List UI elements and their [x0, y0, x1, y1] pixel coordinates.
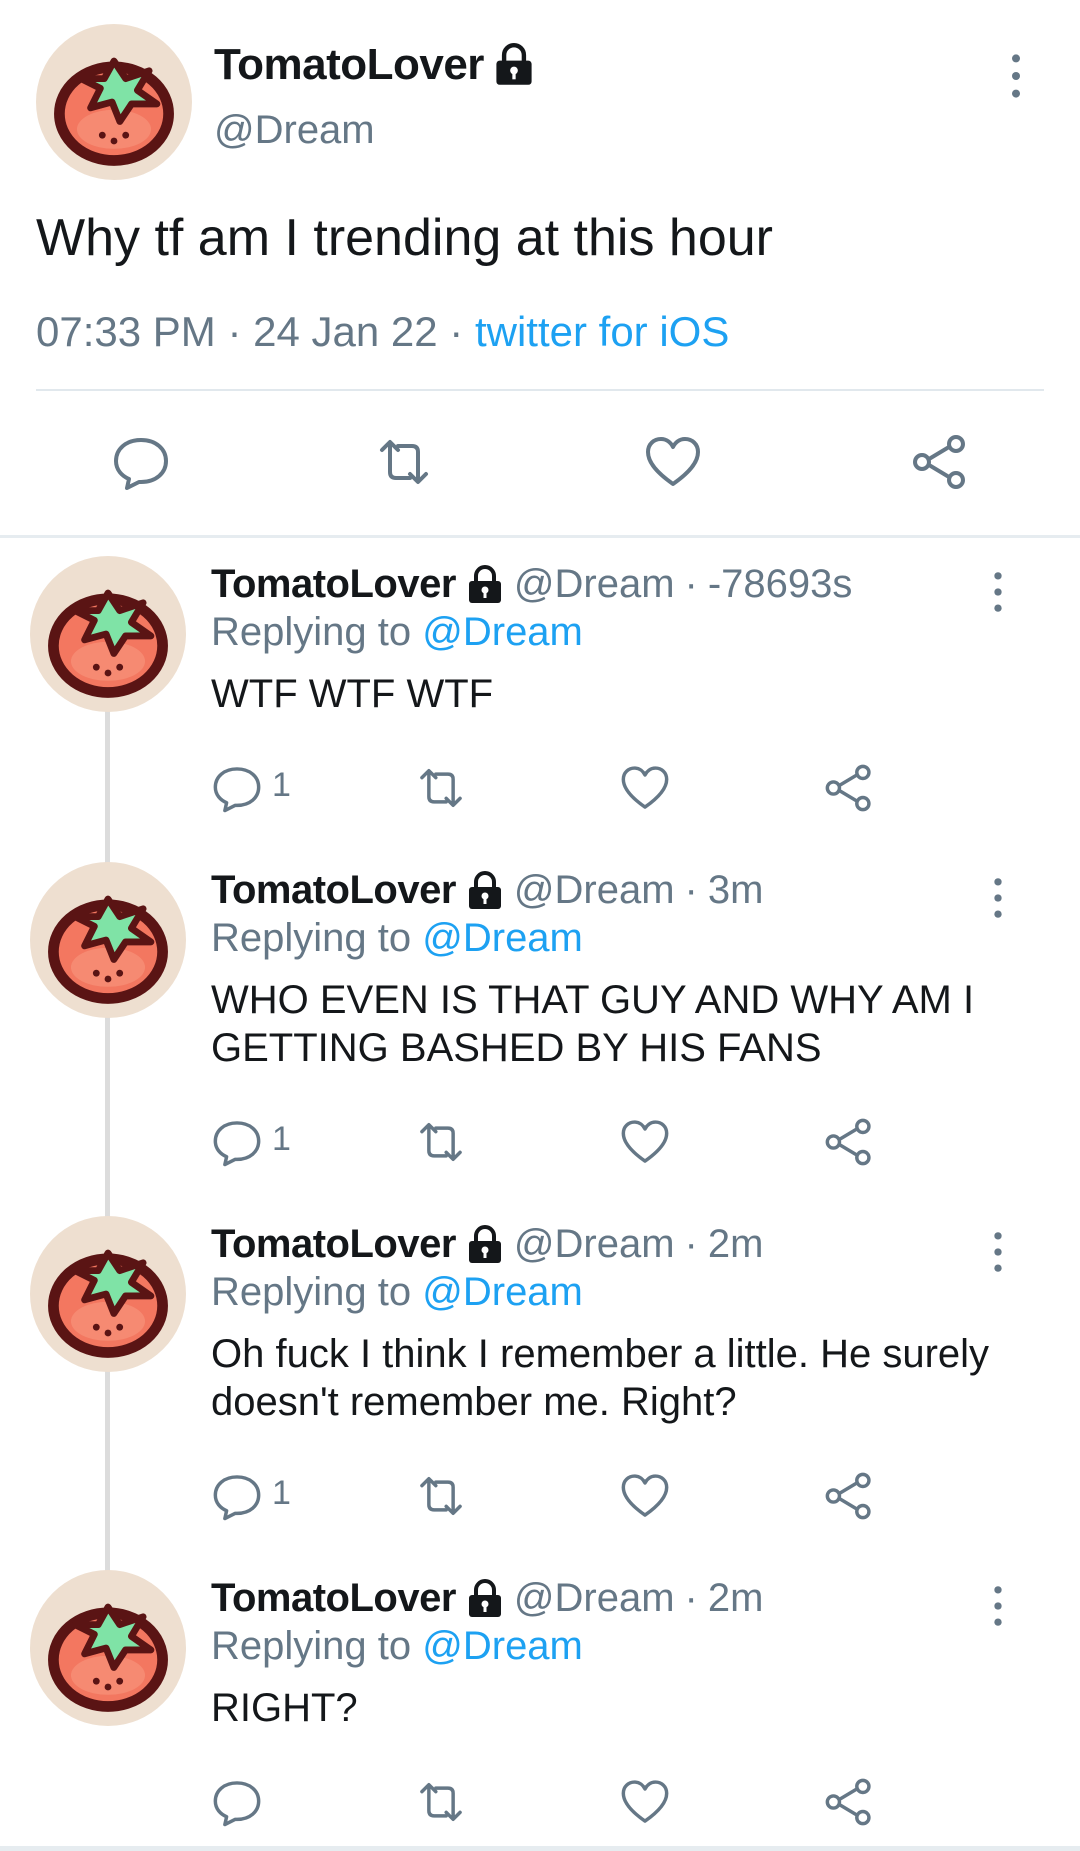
avatar[interactable] [30, 862, 186, 1018]
share-icon[interactable] [823, 1116, 875, 1168]
reply-count: 1 [272, 1120, 291, 1158]
tomato-avatar-icon [36, 24, 192, 180]
tweet-source-link[interactable]: twitter for iOS [475, 308, 729, 355]
reply-icon[interactable] [111, 432, 171, 492]
reply-text: WHO EVEN IS THAT GUY AND WHY AM I GETTIN… [211, 978, 975, 1070]
reply-tweet[interactable]: TomatoLover @Dream · 2m Replying to @Dre… [0, 1554, 1080, 1851]
share-icon[interactable] [823, 1470, 875, 1522]
meta-separator: · [449, 308, 464, 355]
tweet-date: 24 Jan 22 [253, 308, 438, 355]
tomato-avatar-icon [30, 1216, 186, 1372]
user-handle[interactable]: @Dream [514, 562, 675, 607]
reply-icon[interactable] [211, 1470, 263, 1522]
separator-dot: · [684, 562, 698, 606]
avatar[interactable] [30, 1216, 186, 1372]
display-name[interactable]: TomatoLover [211, 868, 456, 913]
reply-text: Oh fuck I think I remember a little. He … [211, 1332, 990, 1424]
meta-separator: · [227, 308, 242, 355]
display-name[interactable]: TomatoLover [214, 40, 484, 90]
lock-icon [466, 871, 504, 911]
replying-to: Replying to @Dream [211, 916, 583, 961]
divider [0, 535, 1080, 538]
divider [0, 1846, 1080, 1851]
user-handle[interactable]: @Dream [514, 1576, 675, 1621]
replying-to: Replying to @Dream [211, 1270, 583, 1315]
retweet-icon[interactable] [415, 1116, 467, 1168]
more-vertical-icon[interactable] [984, 570, 1012, 614]
avatar[interactable] [36, 24, 192, 180]
display-name[interactable]: TomatoLover [211, 1222, 456, 1267]
share-icon[interactable] [823, 1776, 875, 1828]
reply-icon[interactable] [211, 762, 263, 814]
reply-count: 1 [272, 766, 291, 804]
reply-time: 2m [707, 1576, 764, 1620]
separator-dot: · [684, 868, 698, 912]
lock-icon [466, 1225, 504, 1265]
reply-icon[interactable] [211, 1776, 263, 1828]
reply-header: TomatoLover @Dream · 2m [211, 1576, 763, 1621]
divider [36, 389, 1044, 391]
display-name[interactable]: TomatoLover [211, 1576, 456, 1621]
heart-icon[interactable] [619, 762, 671, 814]
retweet-icon[interactable] [374, 432, 434, 492]
display-name[interactable]: TomatoLover [211, 562, 456, 607]
more-vertical-icon[interactable] [984, 876, 1012, 920]
retweet-icon[interactable] [415, 1470, 467, 1522]
tweet-meta: 07:33 PM · 24 Jan 22 · twitter for iOS [36, 308, 729, 356]
reply-header: TomatoLover @Dream · -78693s [211, 562, 852, 607]
reply-count: 1 [272, 1474, 291, 1512]
tomato-avatar-icon [30, 556, 186, 712]
user-handle[interactable]: @Dream [214, 108, 375, 153]
lock-icon [466, 1579, 504, 1619]
reply-time: 2m [707, 1222, 764, 1266]
mention-link[interactable]: @Dream [422, 610, 583, 654]
reply-tweet[interactable]: TomatoLover @Dream · 3m Replying to @Dre… [0, 846, 1080, 1196]
heart-icon[interactable] [619, 1470, 671, 1522]
retweet-icon[interactable] [415, 762, 467, 814]
replying-prefix: Replying to [211, 1270, 412, 1314]
replying-prefix: Replying to [211, 916, 412, 960]
tomato-avatar-icon [30, 862, 186, 1018]
reply-header: TomatoLover @Dream · 3m [211, 868, 763, 913]
reply-time: -78693s [707, 562, 853, 606]
replying-to: Replying to @Dream [211, 1624, 583, 1669]
mention-link[interactable]: @Dream [422, 1624, 583, 1668]
replying-prefix: Replying to [211, 610, 412, 654]
more-vertical-icon[interactable] [984, 1584, 1012, 1628]
more-vertical-icon[interactable] [984, 1230, 1012, 1274]
reply-header: TomatoLover @Dream · 2m [211, 1222, 763, 1267]
reply-text: WTF WTF WTF [211, 672, 494, 716]
replying-prefix: Replying to [211, 1624, 412, 1668]
tomato-avatar-icon [30, 1570, 186, 1726]
lock-icon [466, 565, 504, 605]
share-icon[interactable] [910, 432, 970, 492]
heart-icon[interactable] [619, 1776, 671, 1828]
mention-link[interactable]: @Dream [422, 916, 583, 960]
reply-text: RIGHT? [211, 1686, 358, 1730]
avatar[interactable] [30, 556, 186, 712]
tweet-time: 07:33 PM [36, 308, 216, 355]
heart-icon[interactable] [643, 432, 703, 492]
avatar[interactable] [30, 1570, 186, 1726]
separator-dot: · [684, 1222, 698, 1266]
reply-icon[interactable] [211, 1116, 263, 1168]
reply-time: 3m [707, 868, 764, 912]
more-vertical-icon[interactable] [1000, 52, 1032, 100]
lock-icon [494, 43, 534, 87]
user-handle[interactable]: @Dream [514, 868, 675, 913]
share-icon[interactable] [823, 762, 875, 814]
retweet-icon[interactable] [415, 1776, 467, 1828]
heart-icon[interactable] [619, 1116, 671, 1168]
separator-dot: · [684, 1576, 698, 1620]
replying-to: Replying to @Dream [211, 610, 583, 655]
author-name-row: TomatoLover [214, 40, 534, 90]
reply-tweet[interactable]: TomatoLover @Dream · -78693s Replying to… [0, 540, 1080, 890]
reply-tweet[interactable]: TomatoLover @Dream · 2m Replying to @Dre… [0, 1200, 1080, 1550]
user-handle[interactable]: @Dream [514, 1222, 675, 1267]
tweet-text: Why tf am I trending at this hour [36, 209, 773, 267]
mention-link[interactable]: @Dream [422, 1270, 583, 1314]
